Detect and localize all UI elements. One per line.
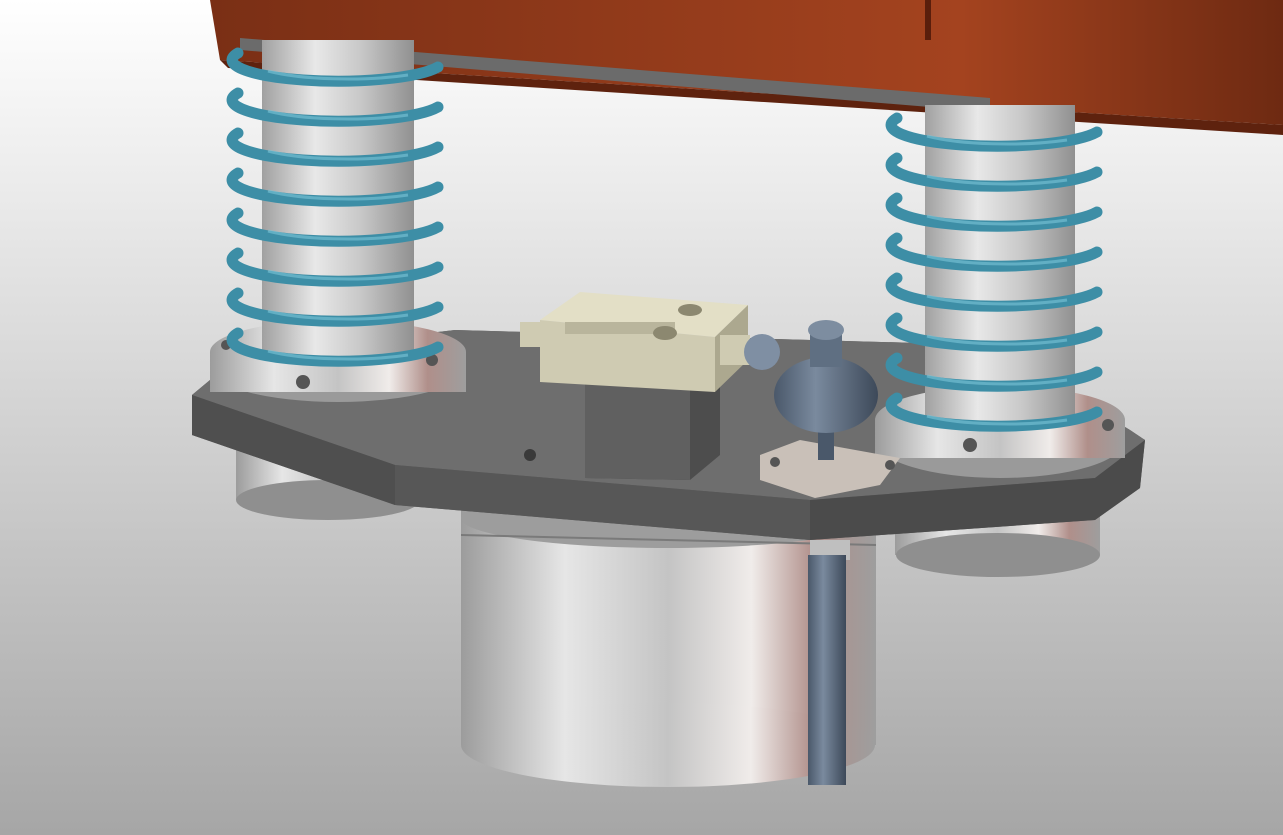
cad-viewport[interactable] [0,0,1283,835]
assembly-render [0,0,1283,835]
